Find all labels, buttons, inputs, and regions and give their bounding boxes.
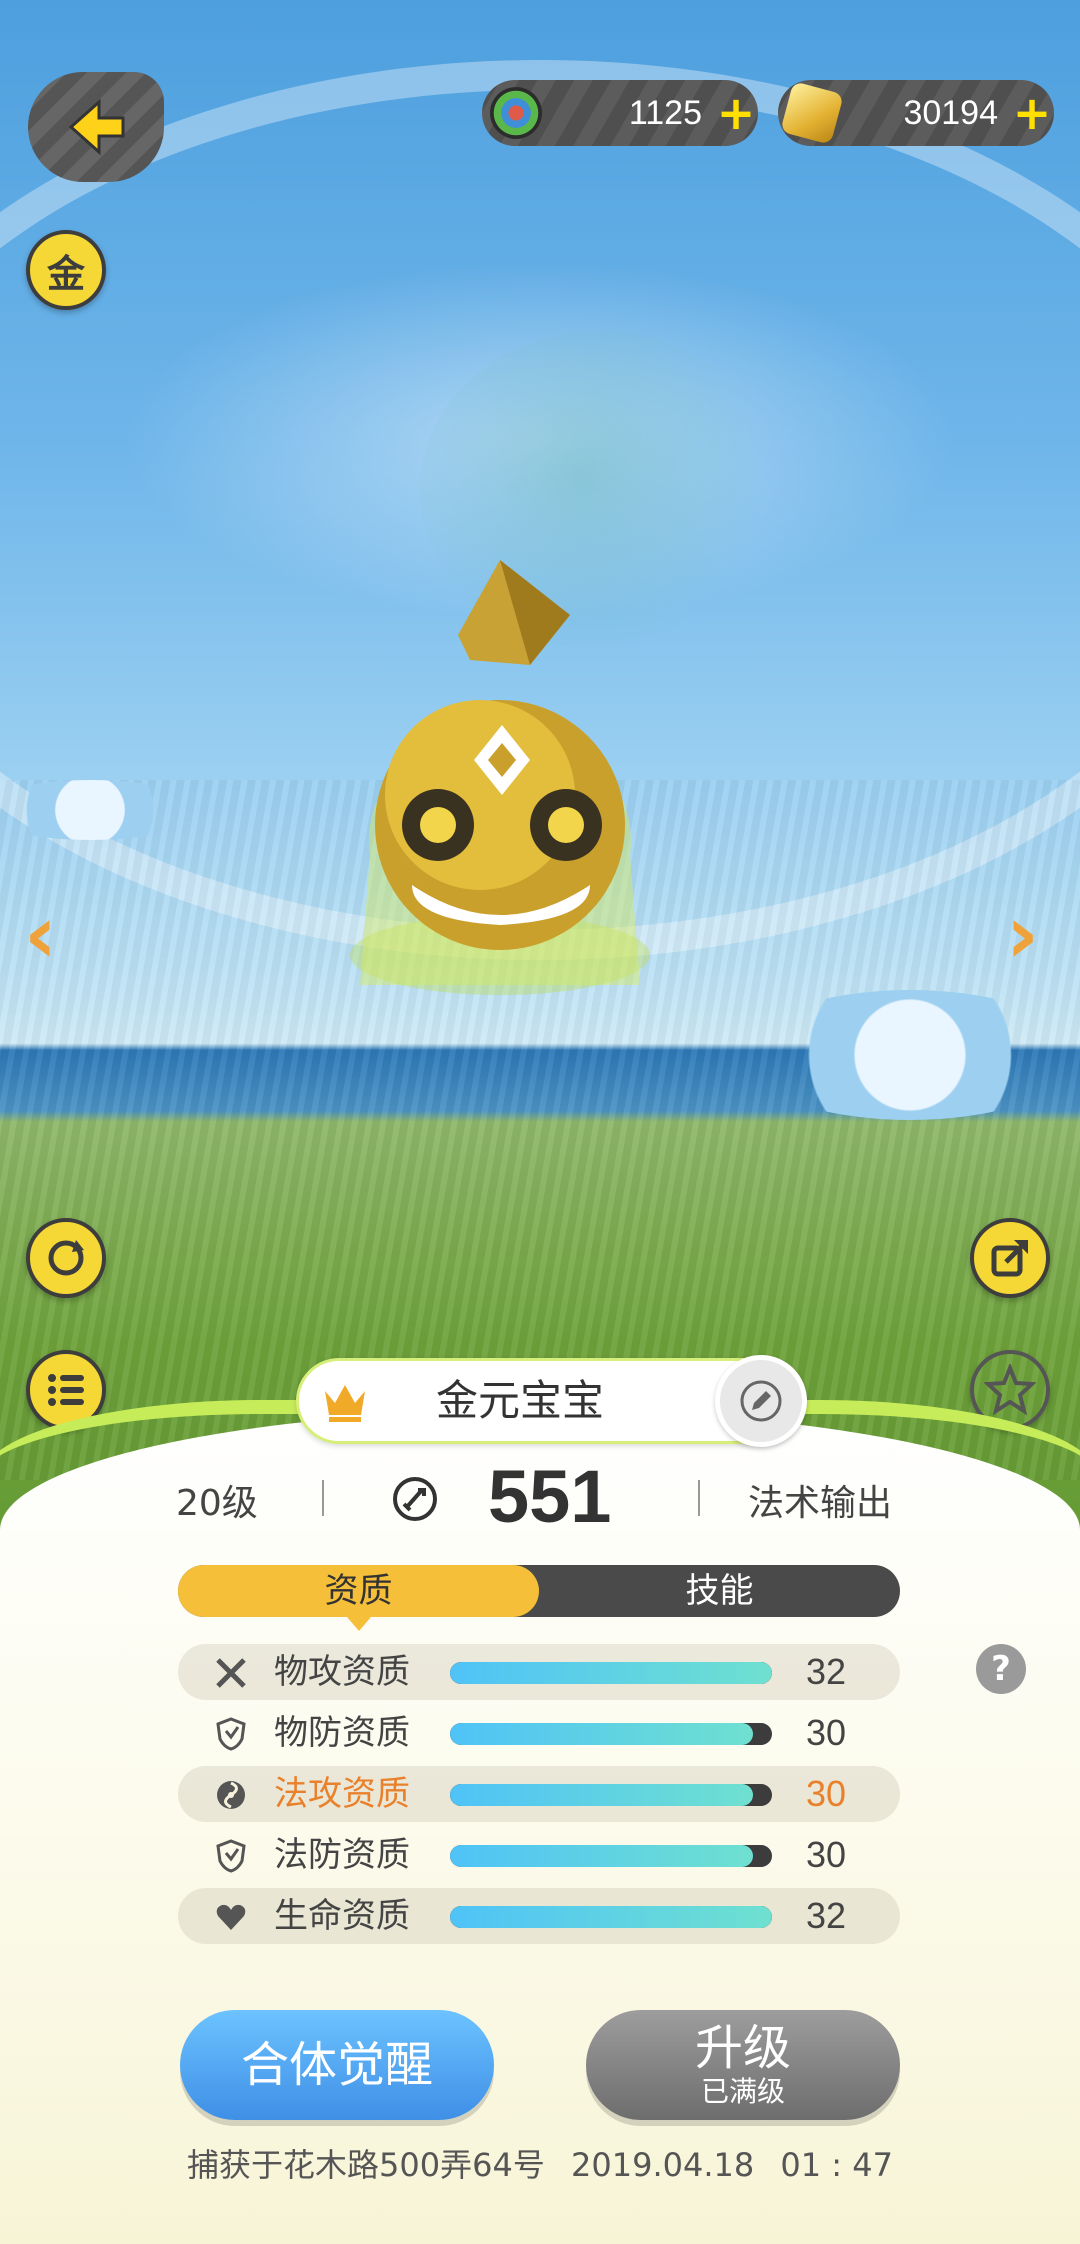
detail-tabs: 资质 技能	[178, 1565, 900, 1631]
crossed-swords-icon	[216, 1658, 246, 1688]
aptitude-value: 30	[806, 1834, 847, 1875]
capture-time: 01 : 47	[780, 2146, 893, 2184]
upgrade-status: 已满级	[700, 2075, 785, 2108]
divider	[698, 1480, 700, 1516]
heart-icon	[216, 1904, 246, 1930]
rotate-icon	[48, 1240, 84, 1276]
star-icon	[984, 1364, 1036, 1416]
aptitude-bar-fill	[450, 1662, 772, 1684]
aptitude-bar	[450, 1906, 772, 1928]
share-icon	[991, 1240, 1028, 1277]
aptitude-bar-fill	[450, 1845, 753, 1867]
shield-icon	[216, 1717, 246, 1751]
share-button[interactable]	[970, 1218, 1050, 1298]
list-icon	[48, 1374, 84, 1406]
capture-location: 捕获于花木路500弄64号	[187, 2146, 545, 2184]
help-icon[interactable]: ?	[976, 1644, 1026, 1694]
coin-currency: 30194 +	[778, 80, 1054, 146]
aptitude-value: 32	[806, 1895, 847, 1936]
pet-stats-row: 20级 551 法术输出	[0, 1455, 1080, 1540]
pet-model	[350, 560, 650, 995]
pet-name: 金元宝宝	[435, 1376, 604, 1425]
aptitude-bar	[450, 1784, 772, 1806]
aptitude-value: 30	[806, 1773, 847, 1814]
upgrade-button-label: 升级	[694, 2020, 791, 2076]
pet-level: 20级	[176, 1483, 258, 1524]
tab-aptitude[interactable]: 资质	[178, 1565, 539, 1631]
aptitude-bar	[450, 1723, 772, 1745]
shield-icon	[216, 1839, 246, 1873]
coin-count: 30194	[903, 93, 998, 132]
crystal-icon	[780, 81, 844, 145]
rename-button[interactable]	[715, 1355, 807, 1447]
arrow-left-icon	[68, 98, 125, 156]
aptitude-value: 32	[806, 1651, 847, 1692]
aptitude-row-magic-defense: 法防资质 30	[178, 1827, 900, 1883]
divider	[322, 1480, 324, 1516]
swirl-icon	[217, 1781, 245, 1809]
capture-info: 捕获于花木路500弄64号 2019.04.18 01 : 47	[0, 2140, 1080, 2186]
aptitude-row-physical-defense: 物防资质 30	[178, 1705, 900, 1761]
aptitude-bar-fill	[450, 1723, 753, 1745]
pencil-icon	[740, 1380, 782, 1422]
aptitude-bar-fill	[450, 1784, 753, 1806]
gold-badge-icon: 金	[46, 251, 85, 296]
add-coins-button[interactable]: +	[1010, 90, 1054, 136]
rotate-button[interactable]	[26, 1218, 106, 1298]
upgrade-button[interactable]: 升级 已满级	[586, 2010, 900, 2120]
pet-name-bar: 金元宝宝	[296, 1355, 807, 1447]
aptitude-row-physical-attack: 物攻资质 32	[178, 1644, 900, 1700]
aptitude-row-magic-attack: 法攻资质 30	[178, 1766, 900, 1822]
gem-count: 1125	[628, 93, 702, 132]
awaken-button[interactable]: 合体觉醒	[180, 2010, 494, 2120]
aptitude-row-health: 生命资质 32	[178, 1888, 900, 1944]
aptitude-list: 物攻资质 32 物防资质 30 法攻资质 30 法防资质 30 生命资质 32	[178, 1644, 900, 1949]
aptitude-bar	[450, 1662, 772, 1684]
capture-date: 2019.04.18	[571, 2146, 755, 2184]
aptitude-bar-fill	[450, 1906, 772, 1928]
aptitude-label: 法攻资质	[274, 1774, 410, 1814]
gold-badge-button[interactable]: 金	[26, 230, 106, 310]
back-button[interactable]	[28, 72, 164, 182]
combat-power: 551	[488, 1455, 612, 1538]
aptitude-label: 物防资质	[274, 1713, 410, 1753]
awaken-button-label: 合体觉醒	[240, 2037, 433, 2093]
tab-skills[interactable]: 技能	[539, 1565, 900, 1617]
previous-pet-arrow[interactable]: ‹	[24, 895, 74, 975]
gem-icon	[490, 87, 542, 139]
combat-power-icon	[393, 1477, 437, 1521]
next-pet-arrow[interactable]: ›	[1006, 895, 1056, 975]
gem-currency: 1125 +	[482, 80, 758, 146]
add-gems-button[interactable]: +	[714, 90, 758, 136]
aptitude-label: 物攻资质	[274, 1652, 410, 1692]
aptitude-bar	[450, 1845, 772, 1867]
pet-role: 法术输出	[748, 1483, 893, 1524]
aptitude-label: 生命资质	[274, 1896, 410, 1936]
aptitude-value: 30	[806, 1712, 847, 1753]
aptitude-label: 法防资质	[274, 1835, 410, 1875]
flower-patch	[740, 990, 1080, 1120]
